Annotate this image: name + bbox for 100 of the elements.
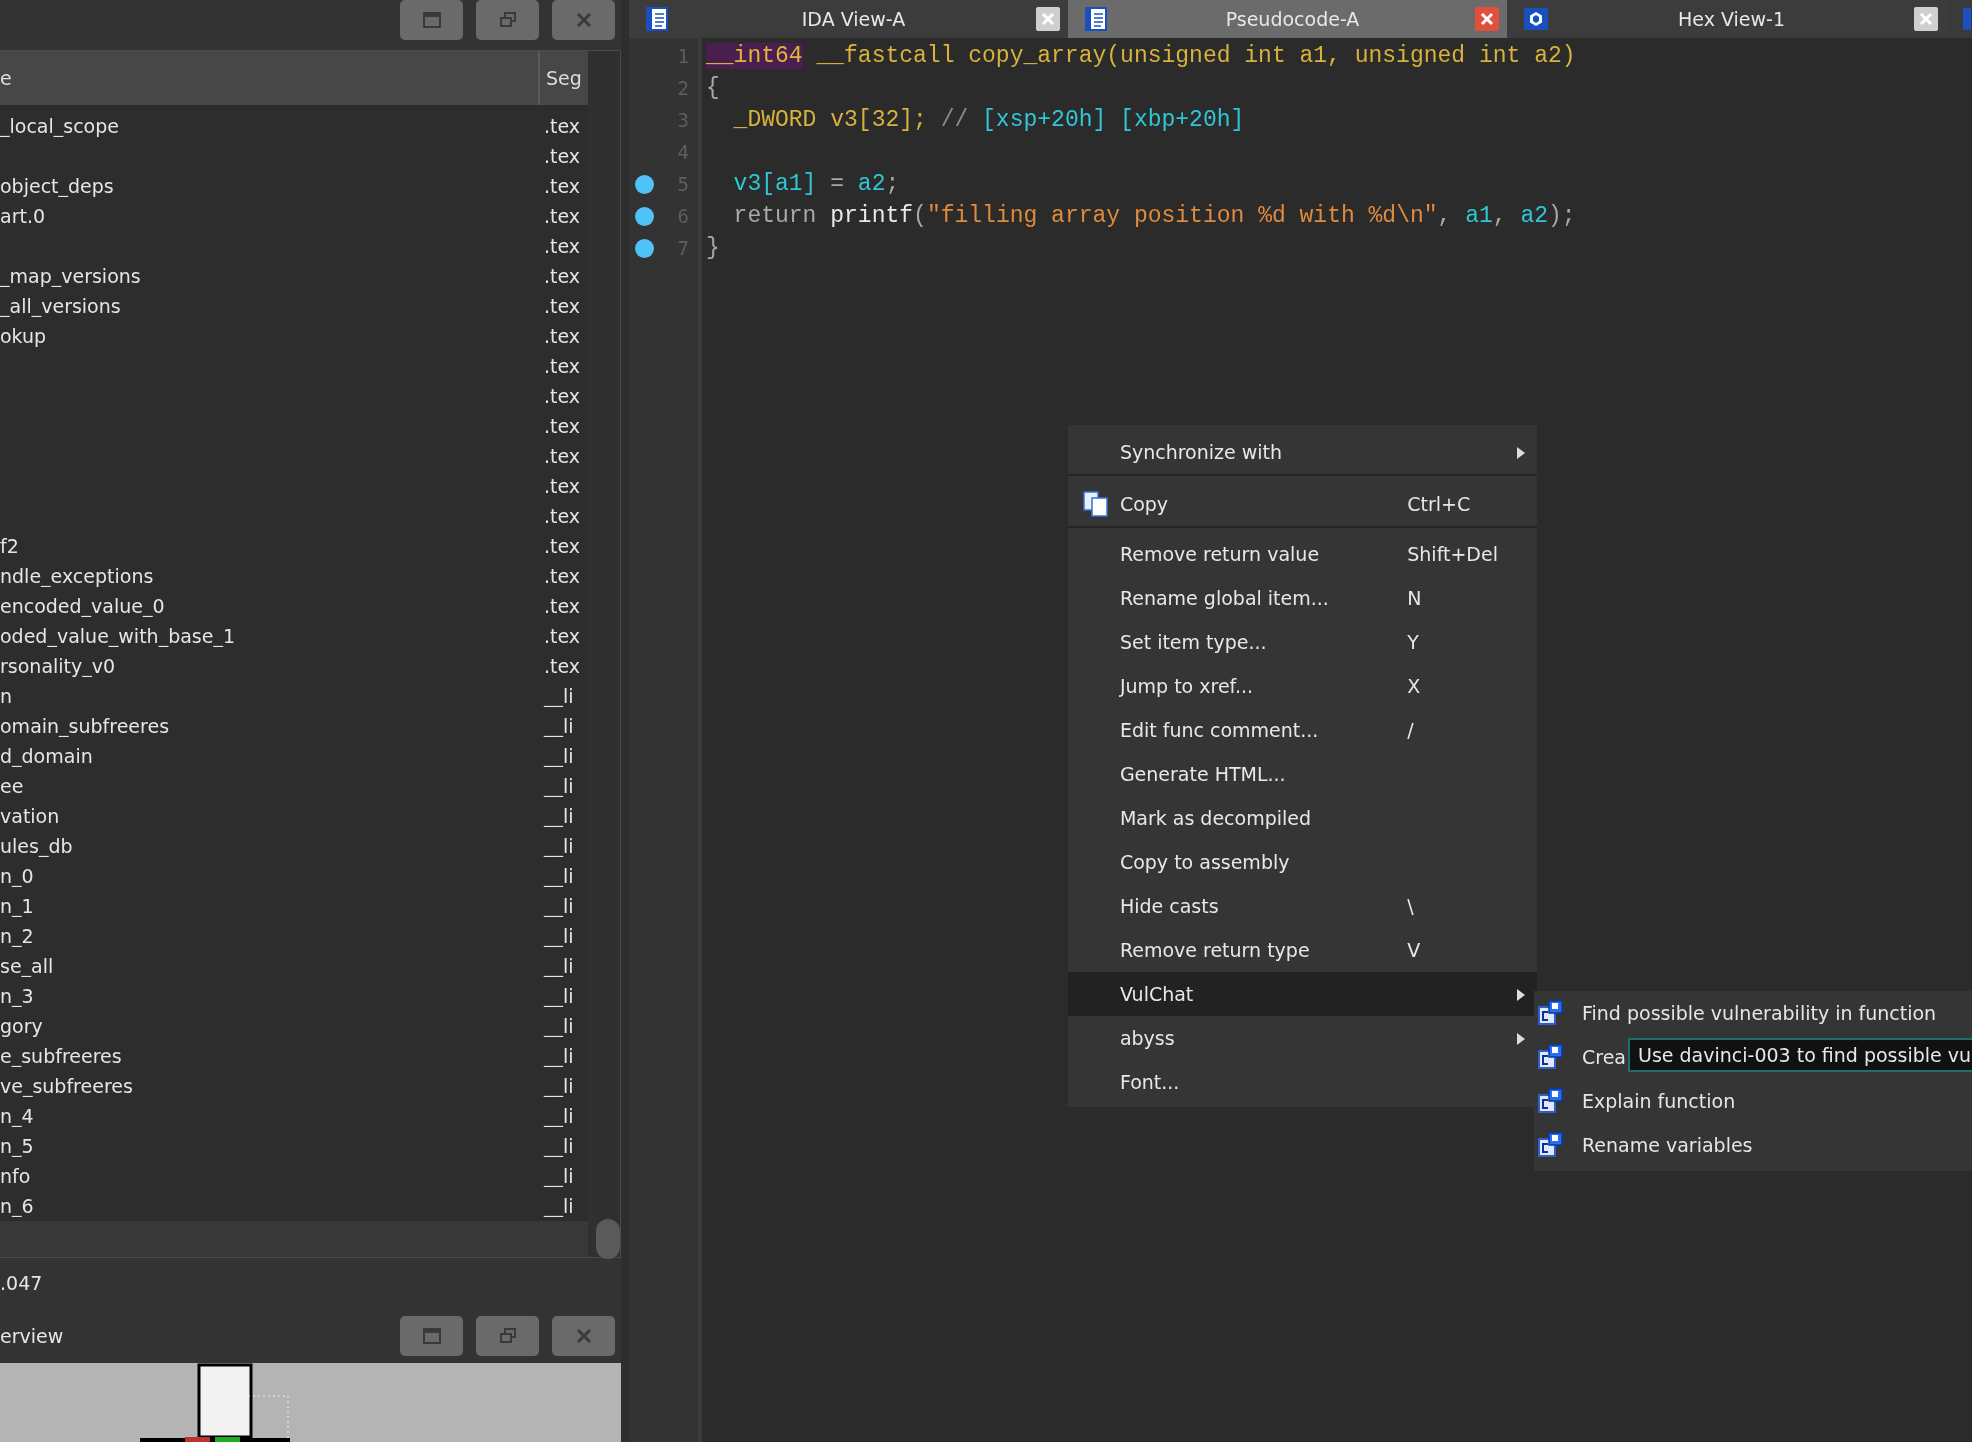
windows-icon	[1538, 1132, 1564, 1158]
segment-cell: __li	[544, 835, 574, 857]
function-name: n_4	[0, 1105, 34, 1127]
close-icon	[575, 1327, 592, 1344]
segment-cell: .tex	[544, 235, 581, 257]
menu-item[interactable]: Crea	[1534, 1035, 1630, 1079]
panel-title: erview	[0, 1324, 64, 1347]
segment-cell: __li	[544, 775, 574, 797]
segment-cell: __li	[544, 745, 574, 767]
menu-item[interactable]: Hide casts \	[1068, 884, 1537, 928]
function-name: ee	[0, 775, 24, 797]
close-button[interactable]	[552, 1315, 615, 1356]
function-name: f2	[0, 535, 19, 557]
scrollbar-thumb[interactable]	[596, 1219, 620, 1259]
function-name: se_all	[0, 955, 54, 977]
code-line: _DWORD v3[32]; // [xsp+20h] [xbp+20h]	[732, 107, 1245, 133]
function-name: art.0	[0, 205, 46, 227]
function-name: n_0	[0, 865, 34, 887]
code-line: }	[706, 235, 720, 261]
menu-item[interactable]: Generate HTML...	[1068, 752, 1537, 796]
segment-cell: .tex	[544, 175, 581, 197]
function-name: n_2	[0, 925, 34, 947]
tooltip: Use davinci-003 to find possible vu	[1628, 1038, 1972, 1072]
function-name: object_deps	[0, 175, 114, 197]
menu-item[interactable]: Copy Ctrl+C	[1068, 480, 1537, 528]
code-line: {	[706, 75, 720, 101]
horizontal-scrollbar[interactable]	[0, 1221, 588, 1257]
menu-item[interactable]: Copy to assembly	[1068, 840, 1537, 884]
restore-button[interactable]	[476, 1315, 539, 1356]
segment-cell: __li	[544, 895, 574, 917]
segment-cell: .tex	[544, 535, 581, 557]
submenu-arrow-icon	[1517, 1033, 1526, 1045]
segment-cell: __li	[544, 1105, 574, 1127]
function-name: n_6	[0, 1195, 34, 1217]
segment-cell: .tex	[544, 505, 581, 527]
segment-cell: .tex	[544, 565, 581, 587]
menu-item[interactable]: Synchronize with	[1068, 428, 1537, 476]
tab-close-button[interactable]	[1475, 7, 1499, 31]
tab-close-button[interactable]	[1036, 7, 1060, 31]
segment-cell: .tex	[544, 265, 581, 287]
maximize-button[interactable]	[400, 0, 463, 40]
menu-item[interactable]: Remove return value Shift+Del	[1068, 532, 1537, 576]
close-icon	[1480, 12, 1494, 26]
close-icon	[575, 12, 592, 28]
function-name: vation	[0, 805, 60, 827]
maximize-icon	[422, 1327, 441, 1344]
close-icon	[1041, 12, 1055, 26]
menu-item[interactable]: Find possible vulnerability in function	[1534, 991, 1941, 1035]
segment-cell: .tex	[544, 595, 581, 617]
function-name: _map_versions	[0, 265, 141, 287]
document-icon	[1961, 7, 1971, 31]
code-line: __int64 __fastcall copy_array(unsigned int a1, unsigned int a2)	[706, 43, 1576, 69]
breakpoint-dot[interactable]	[634, 174, 654, 194]
close-icon	[1919, 12, 1933, 26]
segment-cell: __li	[544, 955, 574, 977]
function-name: ules_db	[0, 835, 73, 857]
menu-item[interactable]: Remove return type V	[1068, 928, 1537, 972]
menu-item[interactable]: VulChat	[1068, 972, 1537, 1016]
segment-cell: __li	[544, 715, 574, 737]
breakpoint-dot[interactable]	[634, 238, 654, 258]
segment-cell: .tex	[544, 625, 581, 647]
segment-cell: __li	[544, 685, 574, 707]
function-name: ndle_exceptions	[0, 565, 154, 587]
segment-cell: .tex	[544, 385, 581, 407]
function-name: omain_subfreeres	[0, 715, 170, 737]
breakpoint-dot[interactable]	[634, 206, 654, 226]
menu-item[interactable]: Explain function	[1534, 1079, 1740, 1123]
function-name: n_1	[0, 895, 34, 917]
tab[interactable]: Pseudocode-A	[1068, 0, 1507, 38]
column-header[interactable]: e	[0, 67, 538, 89]
windows-icon	[1538, 1088, 1564, 1114]
windows-icon	[1538, 1044, 1564, 1070]
document-icon	[645, 7, 671, 31]
menu-item[interactable]: Edit func comment... /	[1068, 708, 1537, 752]
segment-cell: .tex	[544, 445, 581, 467]
menu-item[interactable]: Set item type... Y	[1068, 620, 1537, 664]
menu-item[interactable]: Rename variables	[1534, 1123, 1757, 1167]
function-name: okup	[0, 325, 47, 347]
tab-close-button[interactable]	[1914, 7, 1938, 31]
close-button[interactable]	[552, 0, 615, 40]
maximize-button[interactable]	[400, 1315, 463, 1356]
menu-item[interactable]: Font...	[1068, 1060, 1537, 1104]
function-name: e_subfreeres	[0, 1045, 122, 1067]
segment-cell: .tex	[544, 145, 581, 167]
function-name: encoded_value_0	[0, 595, 165, 617]
menu-item[interactable]: Mark as decompiled	[1068, 796, 1537, 840]
segment-cell: .tex	[544, 655, 581, 677]
segment-cell: .tex	[544, 325, 581, 347]
menu-item[interactable]: abyss	[1068, 1016, 1537, 1060]
function-name: ve_subfreeres	[0, 1075, 133, 1097]
segment-cell: __li	[544, 865, 574, 887]
menu-item[interactable]: Rename global item... N	[1068, 576, 1537, 620]
code-line: v3[a1] = a2;	[732, 171, 900, 197]
restore-icon	[498, 1327, 517, 1344]
function-name: nfo	[0, 1165, 31, 1187]
restore-button[interactable]	[476, 0, 539, 40]
segment-cell: __li	[544, 1015, 574, 1037]
segment-cell: .tex	[544, 205, 581, 227]
menu-item[interactable]: Jump to xref... X	[1068, 664, 1537, 708]
submenu-arrow-icon	[1517, 989, 1526, 1001]
